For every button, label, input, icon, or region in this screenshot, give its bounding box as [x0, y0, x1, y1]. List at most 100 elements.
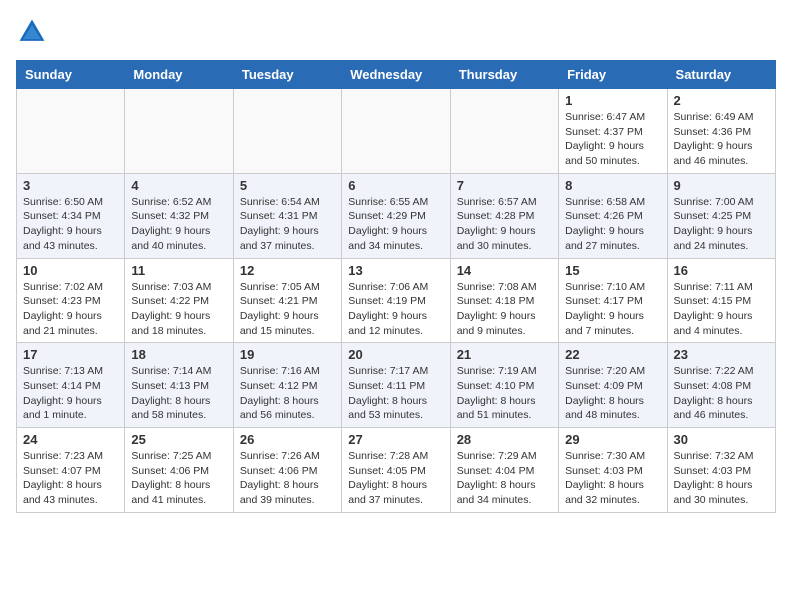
day-info: Sunrise: 6:49 AM Sunset: 4:36 PM Dayligh… — [674, 110, 769, 169]
calendar-cell: 15 Sunrise: 7:10 AM Sunset: 4:17 PM Dayli… — [559, 258, 667, 343]
day-number: 9 — [674, 178, 769, 193]
day-info: Sunrise: 6:47 AM Sunset: 4:37 PM Dayligh… — [565, 110, 660, 169]
calendar-week-5: 24 Sunrise: 7:23 AM Sunset: 4:07 PM Dayli… — [17, 428, 776, 513]
day-info: Sunrise: 7:23 AM Sunset: 4:07 PM Dayligh… — [23, 449, 118, 508]
day-info: Sunrise: 7:30 AM Sunset: 4:03 PM Dayligh… — [565, 449, 660, 508]
col-header-monday: Monday — [125, 61, 233, 89]
day-number: 5 — [240, 178, 335, 193]
day-info: Sunrise: 6:55 AM Sunset: 4:29 PM Dayligh… — [348, 195, 443, 254]
calendar-cell: 23 Sunrise: 7:22 AM Sunset: 4:08 PM Dayli… — [667, 343, 775, 428]
calendar-header-row: SundayMondayTuesdayWednesdayThursdayFrid… — [17, 61, 776, 89]
day-info: Sunrise: 7:00 AM Sunset: 4:25 PM Dayligh… — [674, 195, 769, 254]
day-info: Sunrise: 6:54 AM Sunset: 4:31 PM Dayligh… — [240, 195, 335, 254]
calendar-cell: 21 Sunrise: 7:19 AM Sunset: 4:10 PM Dayli… — [450, 343, 558, 428]
day-number: 16 — [674, 263, 769, 278]
day-number: 19 — [240, 347, 335, 362]
day-info: Sunrise: 7:22 AM Sunset: 4:08 PM Dayligh… — [674, 364, 769, 423]
calendar-cell — [17, 89, 125, 174]
day-info: Sunrise: 7:19 AM Sunset: 4:10 PM Dayligh… — [457, 364, 552, 423]
col-header-thursday: Thursday — [450, 61, 558, 89]
calendar-cell: 13 Sunrise: 7:06 AM Sunset: 4:19 PM Dayli… — [342, 258, 450, 343]
calendar-cell: 7 Sunrise: 6:57 AM Sunset: 4:28 PM Daylig… — [450, 173, 558, 258]
calendar-cell: 6 Sunrise: 6:55 AM Sunset: 4:29 PM Daylig… — [342, 173, 450, 258]
day-number: 27 — [348, 432, 443, 447]
calendar-cell: 29 Sunrise: 7:30 AM Sunset: 4:03 PM Dayli… — [559, 428, 667, 513]
col-header-sunday: Sunday — [17, 61, 125, 89]
day-number: 4 — [131, 178, 226, 193]
calendar-week-3: 10Sunrise: 7:02 AM Sunset: 4:23 PM Dayli… — [17, 258, 776, 343]
day-number: 6 — [348, 178, 443, 193]
day-info: Sunrise: 7:06 AM Sunset: 4:19 PM Dayligh… — [348, 280, 443, 339]
calendar-cell — [450, 89, 558, 174]
calendar-cell: 17 Sunrise: 7:13 AM Sunset: 4:14 PM Dayli… — [17, 343, 125, 428]
day-number: 17 — [23, 347, 118, 362]
calendar-cell: 14 Sunrise: 7:08 AM Sunset: 4:18 PM Dayli… — [450, 258, 558, 343]
day-info: Sunrise: 7:32 AM Sunset: 4:03 PM Dayligh… — [674, 449, 769, 508]
day-number: 1 — [565, 93, 660, 108]
calendar-cell: 12 Sunrise: 7:05 AM Sunset: 4:21 PM Dayli… — [233, 258, 341, 343]
day-number: 15 — [565, 263, 660, 278]
calendar-cell: 10Sunrise: 7:02 AM Sunset: 4:23 PM Dayli… — [17, 258, 125, 343]
day-info: Sunrise: 7:03 AM Sunset: 4:22 PM Dayligh… — [131, 280, 226, 339]
day-number: 8 — [565, 178, 660, 193]
day-info: Sunrise: 6:52 AM Sunset: 4:32 PM Dayligh… — [131, 195, 226, 254]
calendar-cell: 9 Sunrise: 7:00 AM Sunset: 4:25 PM Daylig… — [667, 173, 775, 258]
day-number: 30 — [674, 432, 769, 447]
calendar-week-2: 3 Sunrise: 6:50 AM Sunset: 4:34 PM Daylig… — [17, 173, 776, 258]
calendar-table: SundayMondayTuesdayWednesdayThursdayFrid… — [16, 60, 776, 513]
day-info: Sunrise: 7:16 AM Sunset: 4:12 PM Dayligh… — [240, 364, 335, 423]
day-number: 11 — [131, 263, 226, 278]
day-info: Sunrise: 7:26 AM Sunset: 4:06 PM Dayligh… — [240, 449, 335, 508]
day-info: Sunrise: 6:58 AM Sunset: 4:26 PM Dayligh… — [565, 195, 660, 254]
day-number: 29 — [565, 432, 660, 447]
day-info: Sunrise: 7:29 AM Sunset: 4:04 PM Dayligh… — [457, 449, 552, 508]
calendar-cell: 18Sunrise: 7:14 AM Sunset: 4:13 PM Dayli… — [125, 343, 233, 428]
day-info: Sunrise: 6:57 AM Sunset: 4:28 PM Dayligh… — [457, 195, 552, 254]
calendar-cell: 16 Sunrise: 7:11 AM Sunset: 4:15 PM Dayli… — [667, 258, 775, 343]
day-info: Sunrise: 7:20 AM Sunset: 4:09 PM Dayligh… — [565, 364, 660, 423]
calendar-cell — [125, 89, 233, 174]
col-header-saturday: Saturday — [667, 61, 775, 89]
day-info: Sunrise: 7:13 AM Sunset: 4:14 PM Dayligh… — [23, 364, 118, 423]
day-number: 24 — [23, 432, 118, 447]
day-number: 20 — [348, 347, 443, 362]
col-header-tuesday: Tuesday — [233, 61, 341, 89]
day-info: Sunrise: 6:50 AM Sunset: 4:34 PM Dayligh… — [23, 195, 118, 254]
calendar-cell: 28Sunrise: 7:29 AM Sunset: 4:04 PM Dayli… — [450, 428, 558, 513]
calendar-cell: 30 Sunrise: 7:32 AM Sunset: 4:03 PM Dayli… — [667, 428, 775, 513]
calendar-week-1: 1 Sunrise: 6:47 AM Sunset: 4:37 PM Daylig… — [17, 89, 776, 174]
day-number: 12 — [240, 263, 335, 278]
calendar-cell: 11 Sunrise: 7:03 AM Sunset: 4:22 PM Dayli… — [125, 258, 233, 343]
day-info: Sunrise: 7:08 AM Sunset: 4:18 PM Dayligh… — [457, 280, 552, 339]
page-header — [16, 16, 776, 48]
logo-icon — [16, 16, 48, 48]
day-number: 2 — [674, 93, 769, 108]
calendar-cell: 26 Sunrise: 7:26 AM Sunset: 4:06 PM Dayli… — [233, 428, 341, 513]
calendar-cell: 4 Sunrise: 6:52 AM Sunset: 4:32 PM Daylig… — [125, 173, 233, 258]
calendar-cell — [342, 89, 450, 174]
day-number: 23 — [674, 347, 769, 362]
calendar-cell: 27 Sunrise: 7:28 AM Sunset: 4:05 PM Dayli… — [342, 428, 450, 513]
day-info: Sunrise: 7:10 AM Sunset: 4:17 PM Dayligh… — [565, 280, 660, 339]
calendar-cell: 22Sunrise: 7:20 AM Sunset: 4:09 PM Dayli… — [559, 343, 667, 428]
calendar-cell: 3 Sunrise: 6:50 AM Sunset: 4:34 PM Daylig… — [17, 173, 125, 258]
col-header-wednesday: Wednesday — [342, 61, 450, 89]
day-number: 26 — [240, 432, 335, 447]
day-info: Sunrise: 7:11 AM Sunset: 4:15 PM Dayligh… — [674, 280, 769, 339]
calendar-cell: 24 Sunrise: 7:23 AM Sunset: 4:07 PM Dayli… — [17, 428, 125, 513]
day-info: Sunrise: 7:28 AM Sunset: 4:05 PM Dayligh… — [348, 449, 443, 508]
calendar-cell — [233, 89, 341, 174]
day-number: 14 — [457, 263, 552, 278]
day-number: 13 — [348, 263, 443, 278]
day-info: Sunrise: 7:17 AM Sunset: 4:11 PM Dayligh… — [348, 364, 443, 423]
calendar-cell: 25Sunrise: 7:25 AM Sunset: 4:06 PM Dayli… — [125, 428, 233, 513]
calendar-cell: 5 Sunrise: 6:54 AM Sunset: 4:31 PM Daylig… — [233, 173, 341, 258]
day-number: 21 — [457, 347, 552, 362]
calendar-cell: 19 Sunrise: 7:16 AM Sunset: 4:12 PM Dayli… — [233, 343, 341, 428]
day-info: Sunrise: 7:05 AM Sunset: 4:21 PM Dayligh… — [240, 280, 335, 339]
day-info: Sunrise: 7:25 AM Sunset: 4:06 PM Dayligh… — [131, 449, 226, 508]
day-number: 7 — [457, 178, 552, 193]
col-header-friday: Friday — [559, 61, 667, 89]
day-number: 3 — [23, 178, 118, 193]
calendar-cell: 20 Sunrise: 7:17 AM Sunset: 4:11 PM Dayli… — [342, 343, 450, 428]
